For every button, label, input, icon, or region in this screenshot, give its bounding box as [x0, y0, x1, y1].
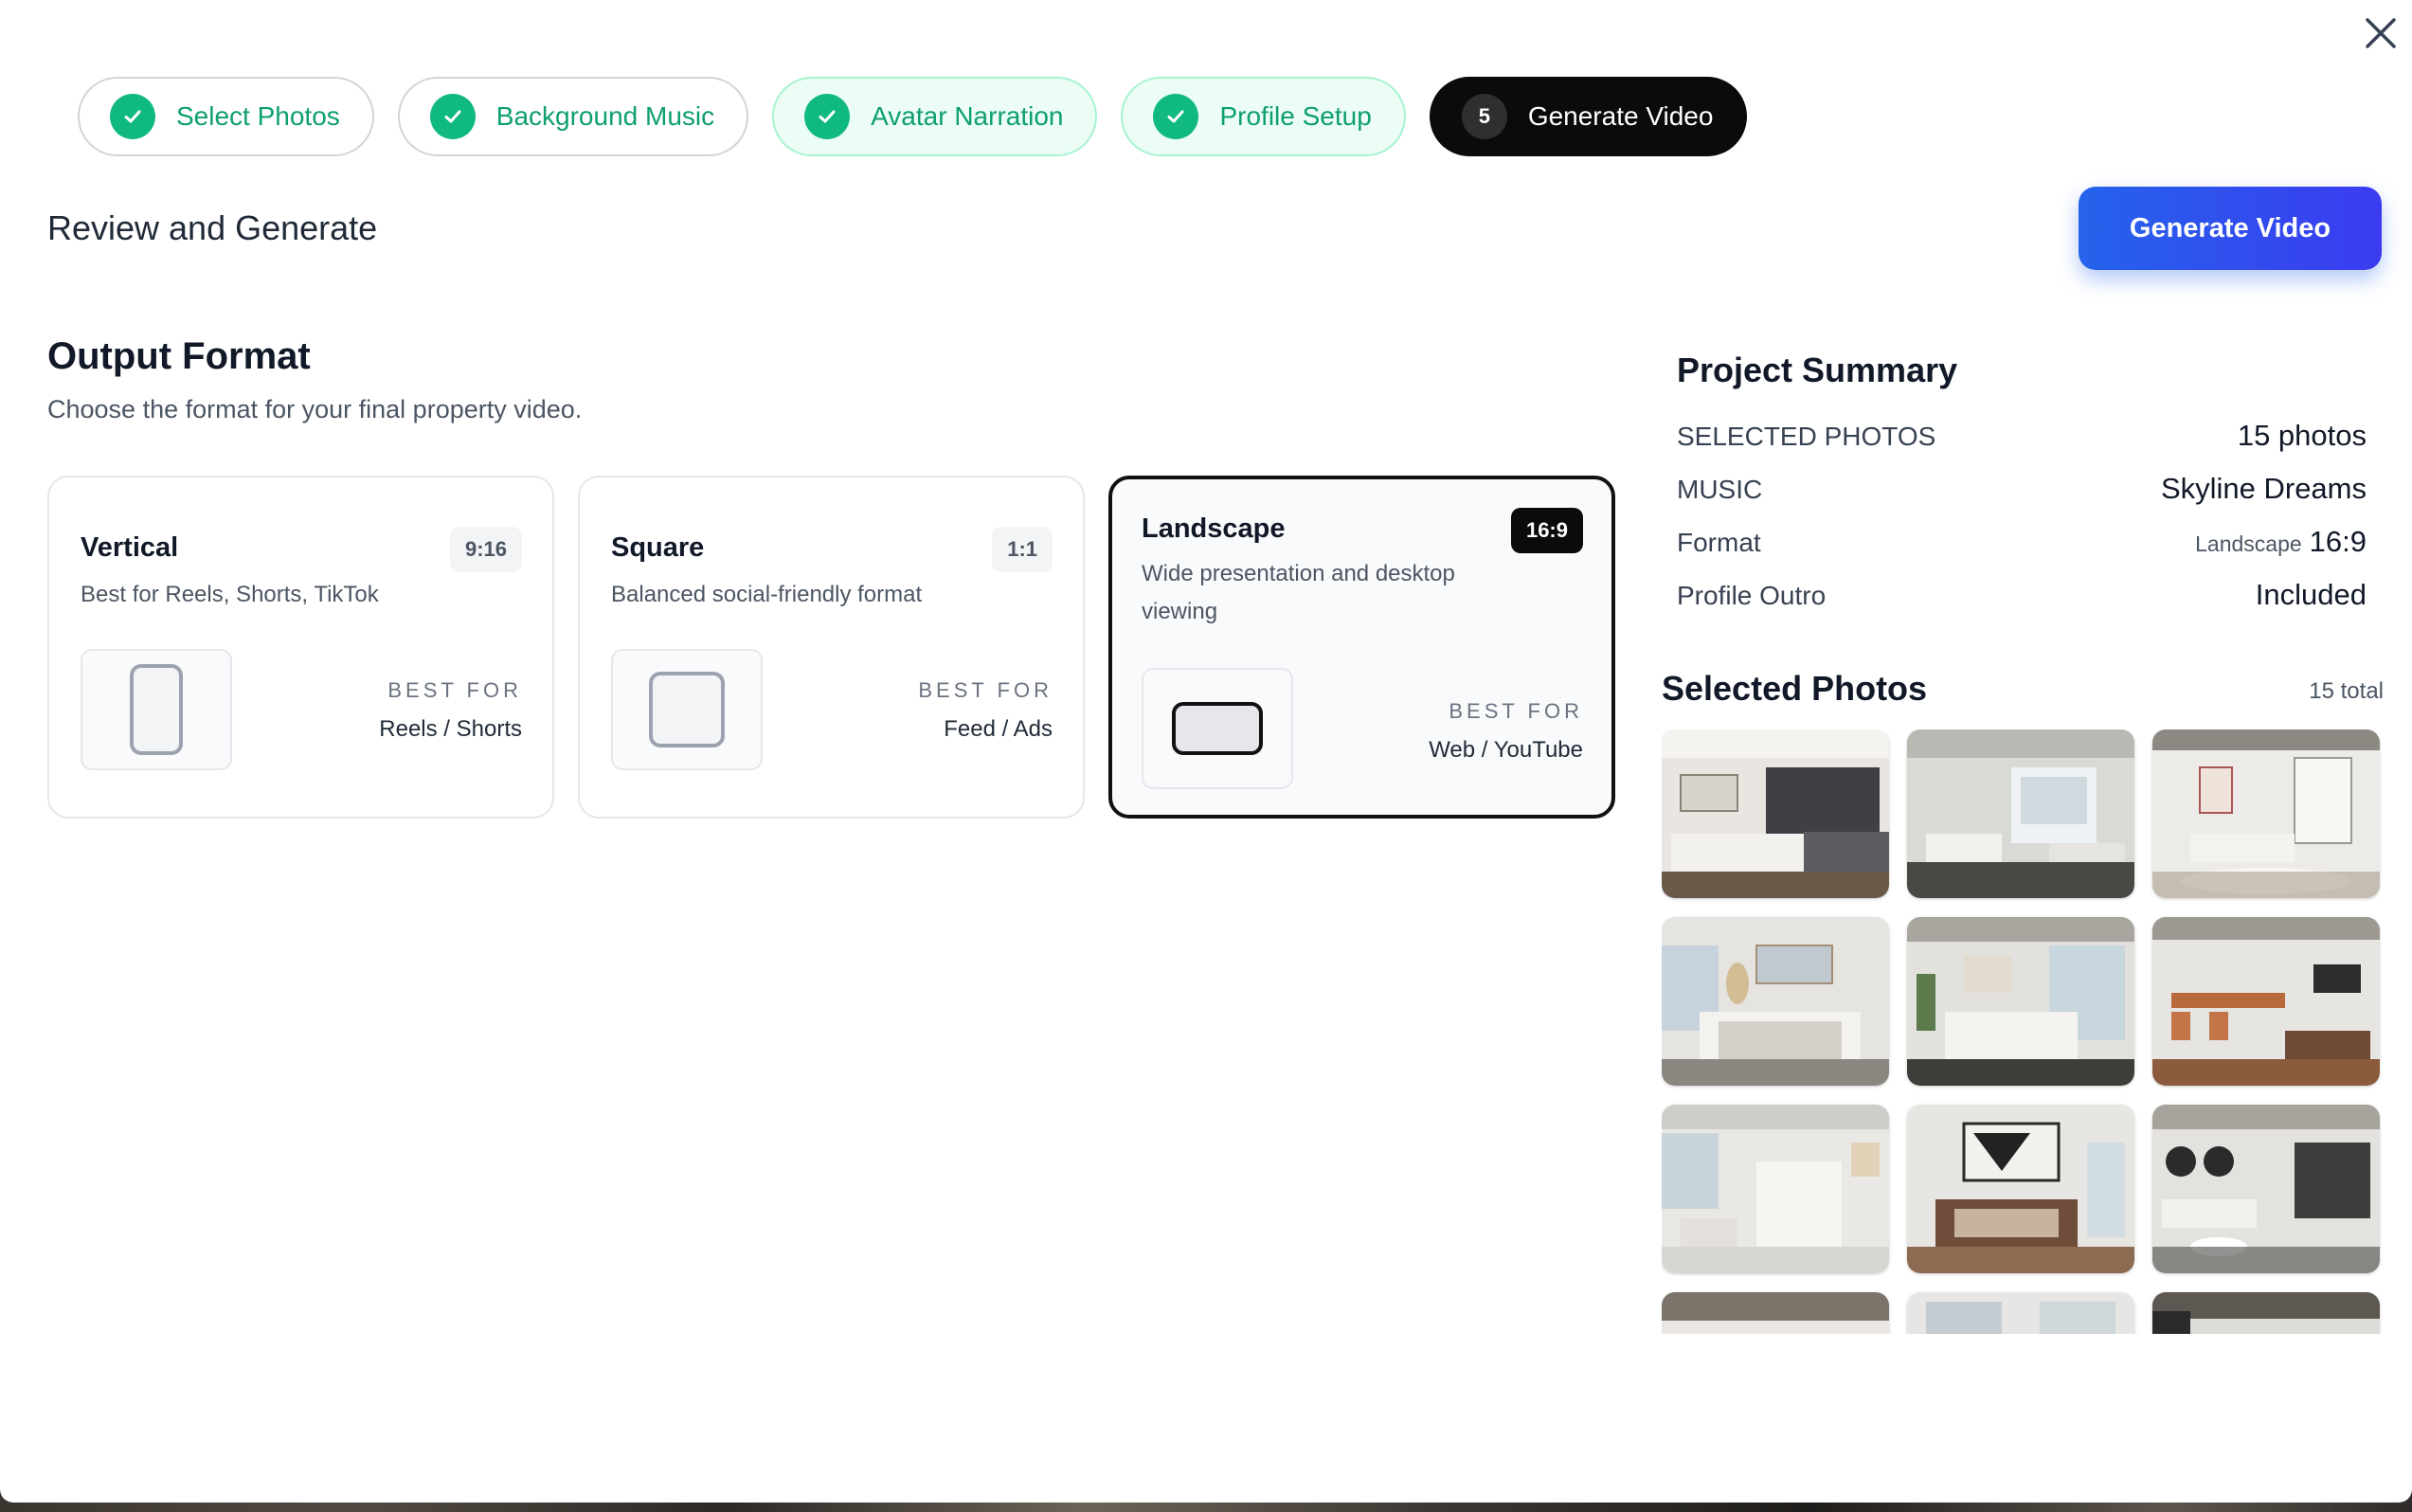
summary-value: Skyline Dreams [2160, 472, 2367, 505]
summary-key: Profile Outro [1677, 581, 1827, 610]
format-card-vertical[interactable]: Vertical 9:16 Best for Reels, Shorts, Ti… [47, 476, 554, 819]
kitchen-2-photo[interactable] [1662, 1105, 1889, 1273]
format-name: Square [611, 532, 705, 563]
step-profile-setup[interactable]: Profile Setup [1121, 77, 1406, 156]
bedroom-3-photo[interactable] [1907, 1105, 2134, 1273]
summary-value-sub: Landscape [2195, 531, 2302, 556]
check-icon [110, 94, 155, 139]
step-avatar-narration[interactable]: Avatar Narration [772, 77, 1098, 156]
best-for-label: BEST FOR [387, 678, 522, 702]
summary-row-outro: Profile Outro Included [1677, 578, 2367, 616]
ratio-badge: 1:1 [992, 527, 1053, 572]
summary-row-format: Format Landscape 16:9 [1677, 525, 2367, 563]
photo-11[interactable] [1907, 1292, 2134, 1334]
generate-video-button[interactable]: Generate Video [2079, 187, 2382, 270]
summary-row-photos: SELECTED PHOTOS 15 photos [1677, 419, 2367, 457]
format-description: Best for Reels, Shorts, TikTok [81, 582, 379, 607]
best-for-value: Reels / Shorts [379, 716, 522, 742]
check-icon [804, 94, 851, 139]
best-for-value: Feed / Ads [944, 716, 1053, 742]
step-select-photos[interactable]: Select Photos [78, 77, 374, 156]
summary-key: MUSIC [1677, 475, 1763, 504]
summary-key: SELECTED PHOTOS [1677, 422, 1936, 451]
step-label: Select Photos [176, 101, 340, 131]
check-icon [429, 94, 476, 139]
living-room-2-photo[interactable] [2152, 1105, 2380, 1273]
best-for-label: BEST FOR [1449, 699, 1583, 723]
step-number: 5 [1461, 94, 1507, 139]
generate-video-modal: Select Photos Background Music Avatar Na… [0, 0, 2412, 1503]
summary-key: Format [1677, 528, 1761, 557]
square-preview-icon [611, 649, 763, 770]
step-label: Avatar Narration [871, 101, 1064, 131]
output-format-subtitle: Choose the format for your final propert… [47, 395, 583, 423]
selected-photos-title: Selected Photos [1662, 669, 1928, 708]
photo-12[interactable] [2152, 1292, 2380, 1334]
step-label: Background Music [495, 101, 715, 131]
vertical-preview-icon [81, 649, 232, 770]
check-icon [1153, 94, 1199, 139]
ratio-badge: 16:9 [1510, 508, 1583, 553]
summary-row-music: MUSIC Skyline Dreams [1677, 472, 2367, 510]
summary-value: Included [2255, 578, 2367, 611]
output-format-title: Output Format [47, 335, 311, 377]
format-description: Balanced social-friendly format [611, 582, 923, 607]
best-for-value: Web / YouTube [1429, 737, 1583, 763]
bedroom-2-photo[interactable] [1907, 917, 2134, 1086]
photo-10[interactable] [1662, 1292, 1889, 1334]
best-for-label: BEST FOR [918, 678, 1053, 702]
step-background-music[interactable]: Background Music [397, 77, 749, 156]
close-icon[interactable] [2359, 11, 2403, 55]
format-name: Landscape [1142, 513, 1286, 544]
living-room-photo[interactable] [1907, 729, 2134, 898]
step-label: Profile Setup [1219, 101, 1372, 131]
summary-value: Landscape 16:9 [2195, 525, 2367, 559]
summary-value: 15 photos [2237, 419, 2367, 452]
summary-value-main: 16:9 [2309, 525, 2367, 558]
project-summary-title: Project Summary [1677, 351, 1958, 389]
office-photo[interactable] [2152, 729, 2380, 898]
step-label: Generate Video [1527, 101, 1714, 131]
format-description: Wide presentation and desktop viewing [1142, 561, 1455, 624]
dining-photo[interactable] [2152, 917, 2380, 1086]
format-card-square[interactable]: Square 1:1 Balanced social-friendly form… [578, 476, 1085, 819]
bedroom-photo[interactable] [1662, 917, 1889, 1086]
step-generate-video[interactable]: 5 Generate Video [1429, 77, 1748, 156]
page-title: Review and Generate [47, 208, 378, 247]
stepper: Select Photos Background Music Avatar Na… [78, 77, 1748, 156]
landscape-preview-icon [1142, 668, 1293, 789]
selected-photos-count: 15 total [2309, 678, 2384, 704]
photo-grid [1662, 729, 2382, 1334]
ratio-badge: 9:16 [449, 527, 522, 572]
kitchen-photo[interactable] [1662, 729, 1889, 898]
format-name: Vertical [81, 532, 179, 563]
format-card-landscape[interactable]: Landscape 16:9 Wide presentation and des… [1108, 476, 1615, 819]
